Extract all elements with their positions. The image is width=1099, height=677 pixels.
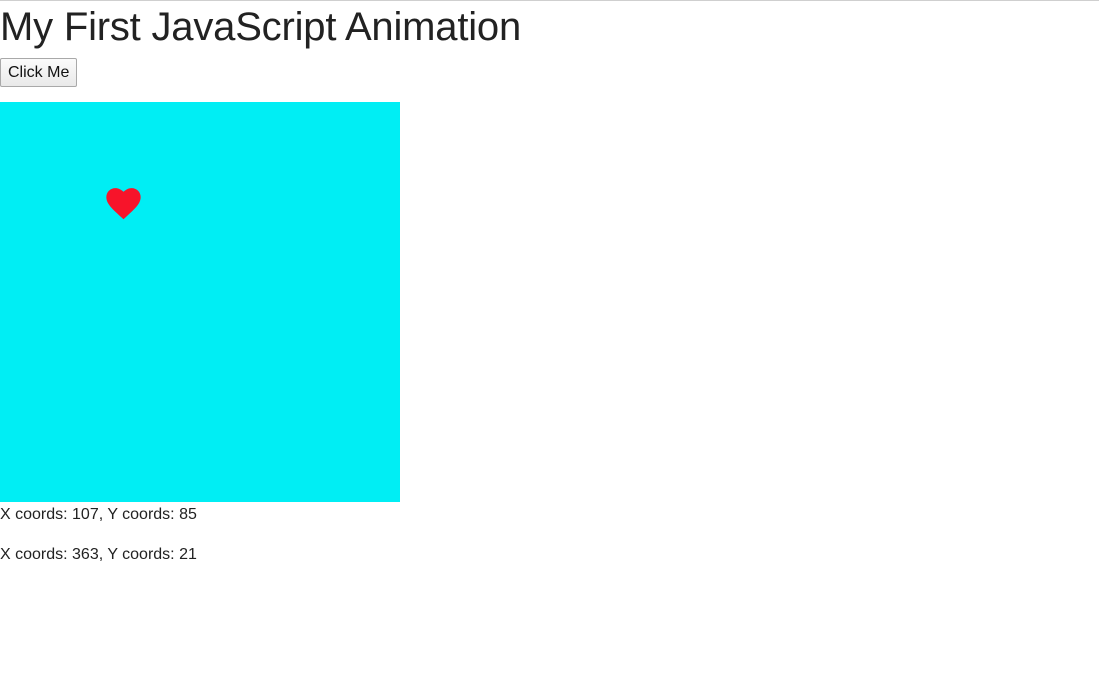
animation-area[interactable] xyxy=(0,102,400,502)
coords-readout: X coords: 107, Y coords: 85 xyxy=(0,506,197,523)
coords-readout: X coords: 363, Y coords: 21 xyxy=(0,546,197,563)
page-title: My First JavaScript Animation xyxy=(0,5,522,49)
click-me-button[interactable]: Click Me xyxy=(0,58,78,87)
heart-icon xyxy=(106,188,141,220)
page: My First JavaScript Animation Click Me X… xyxy=(0,1,1099,677)
